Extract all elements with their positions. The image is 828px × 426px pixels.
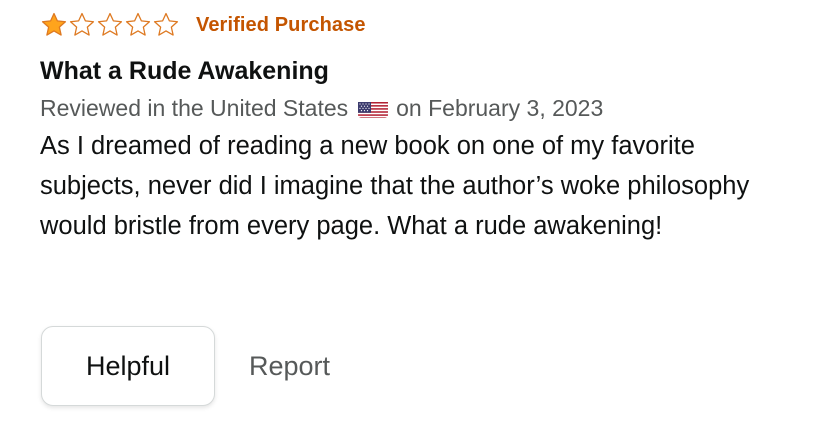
review-card: Verified Purchase What a Rude Awakening … [40,8,800,246]
review-body: As I dreamed of reading a new book on on… [40,132,750,240]
star-filled-icon [41,12,67,36]
us-flag-icon [358,98,389,118]
rating-row: Verified Purchase [40,8,800,42]
verified-purchase-badge: Verified Purchase [196,13,366,36]
review-title: What a Rude Awakening [40,57,329,85]
review-actions: Helpful Report [41,326,330,406]
review-meta: Reviewed in the United States on Februar… [40,92,800,124]
star-empty-icon [125,12,151,36]
helpful-button[interactable]: Helpful [41,326,215,406]
star-empty-icon [153,12,179,36]
reviewed-date: on February 3, 2023 [396,95,604,121]
star-rating [40,11,180,39]
reviewed-location: Reviewed in the United States [40,95,349,121]
star-empty-icon [97,12,123,36]
star-empty-icon [69,12,95,36]
report-link[interactable]: Report [249,351,330,382]
